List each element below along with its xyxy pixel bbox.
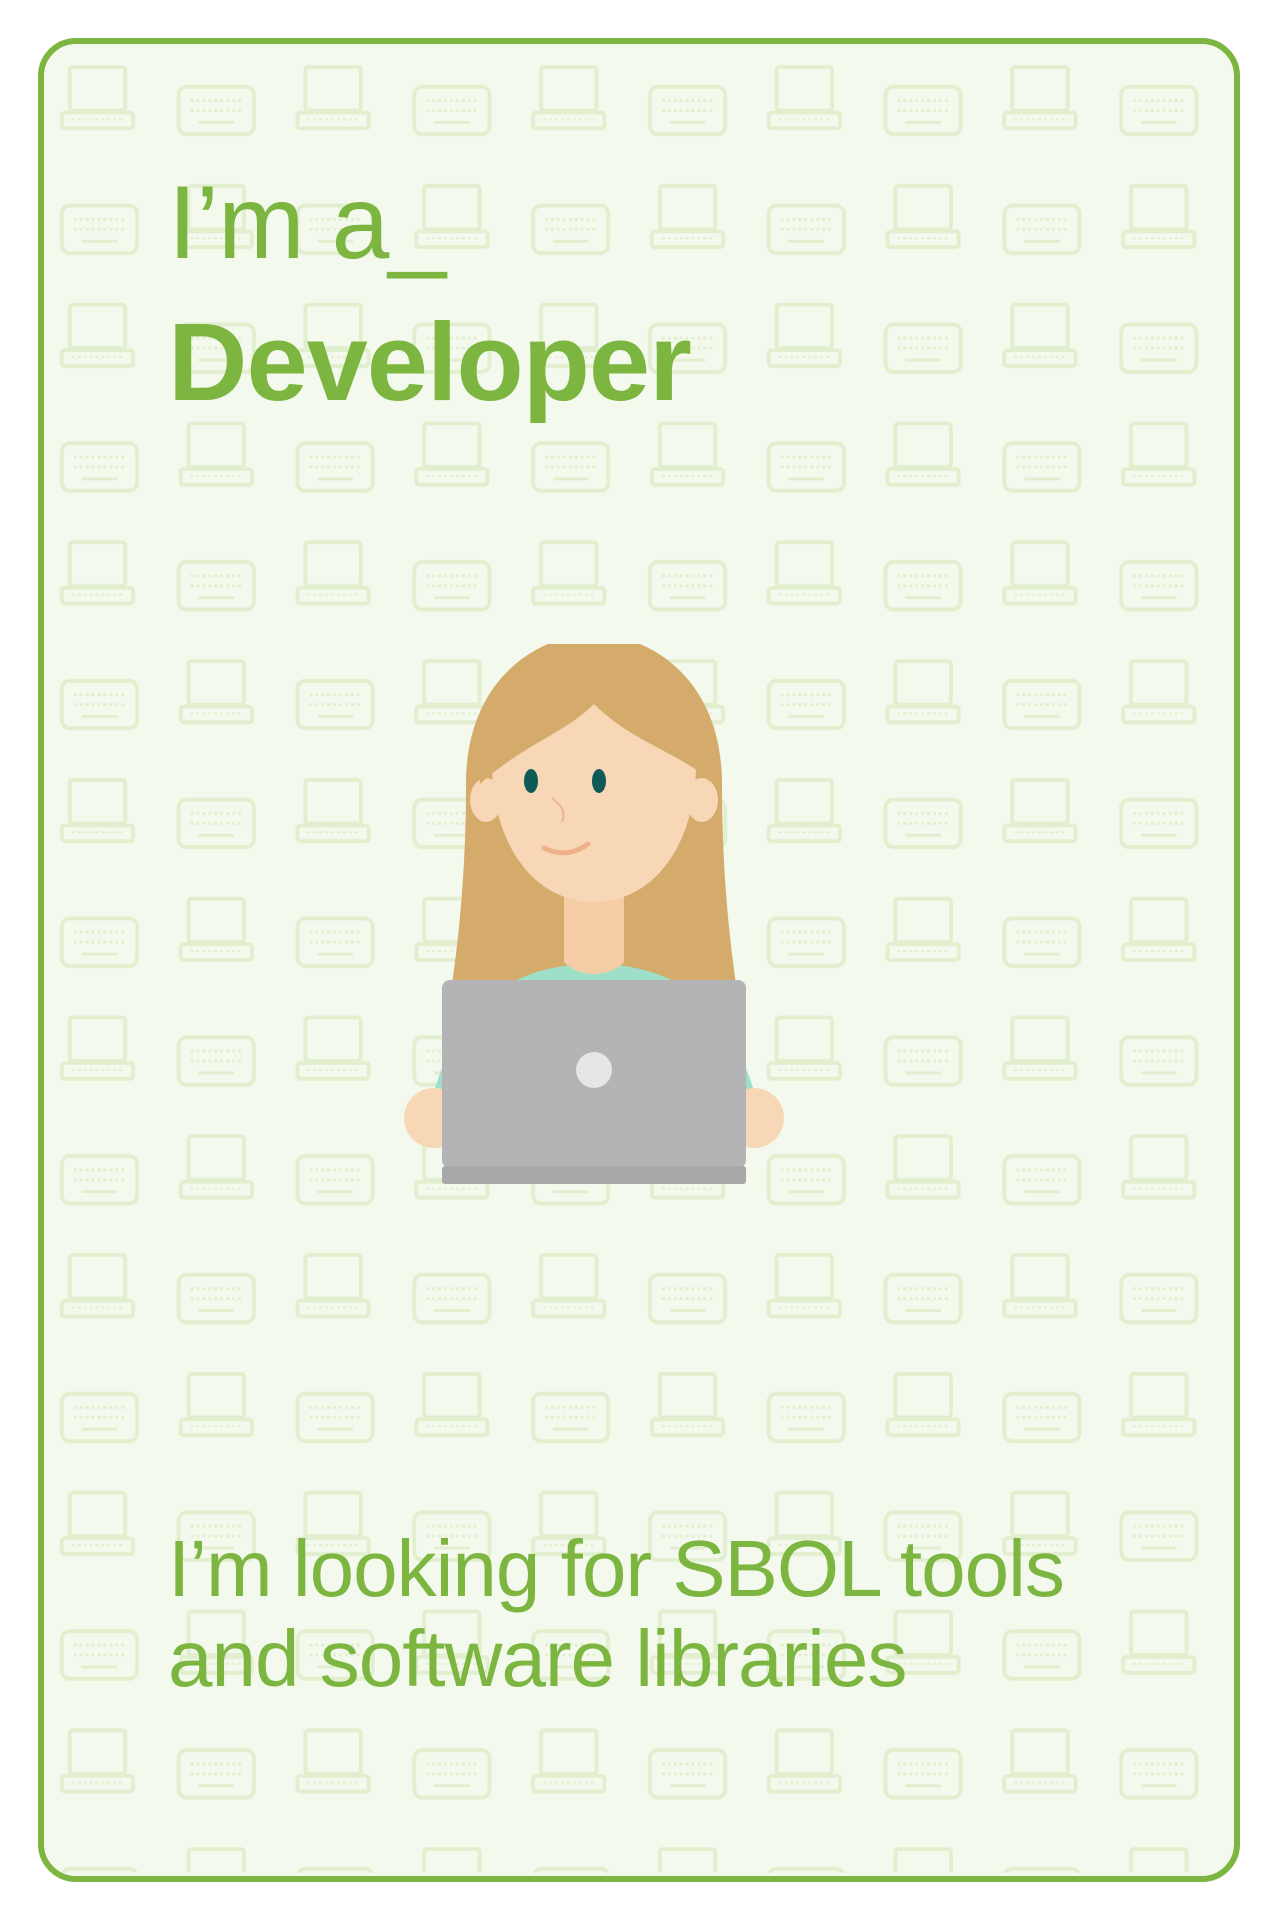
- left-eye: [524, 769, 538, 793]
- right-eye: [592, 769, 606, 793]
- headline: I’m a_ Developer: [168, 148, 692, 428]
- card-description: I’m looking for SBOL tools and software …: [168, 1524, 1065, 1703]
- laptop-logo: [576, 1052, 612, 1088]
- role-title: Developer: [168, 301, 692, 424]
- developer-illustration: [404, 644, 784, 1184]
- laptop-base: [442, 1166, 746, 1184]
- headline-prefix: I’m a_: [168, 165, 446, 281]
- role-card[interactable]: I’m a_ Developer I’m looking for SBOL to…: [38, 38, 1240, 1882]
